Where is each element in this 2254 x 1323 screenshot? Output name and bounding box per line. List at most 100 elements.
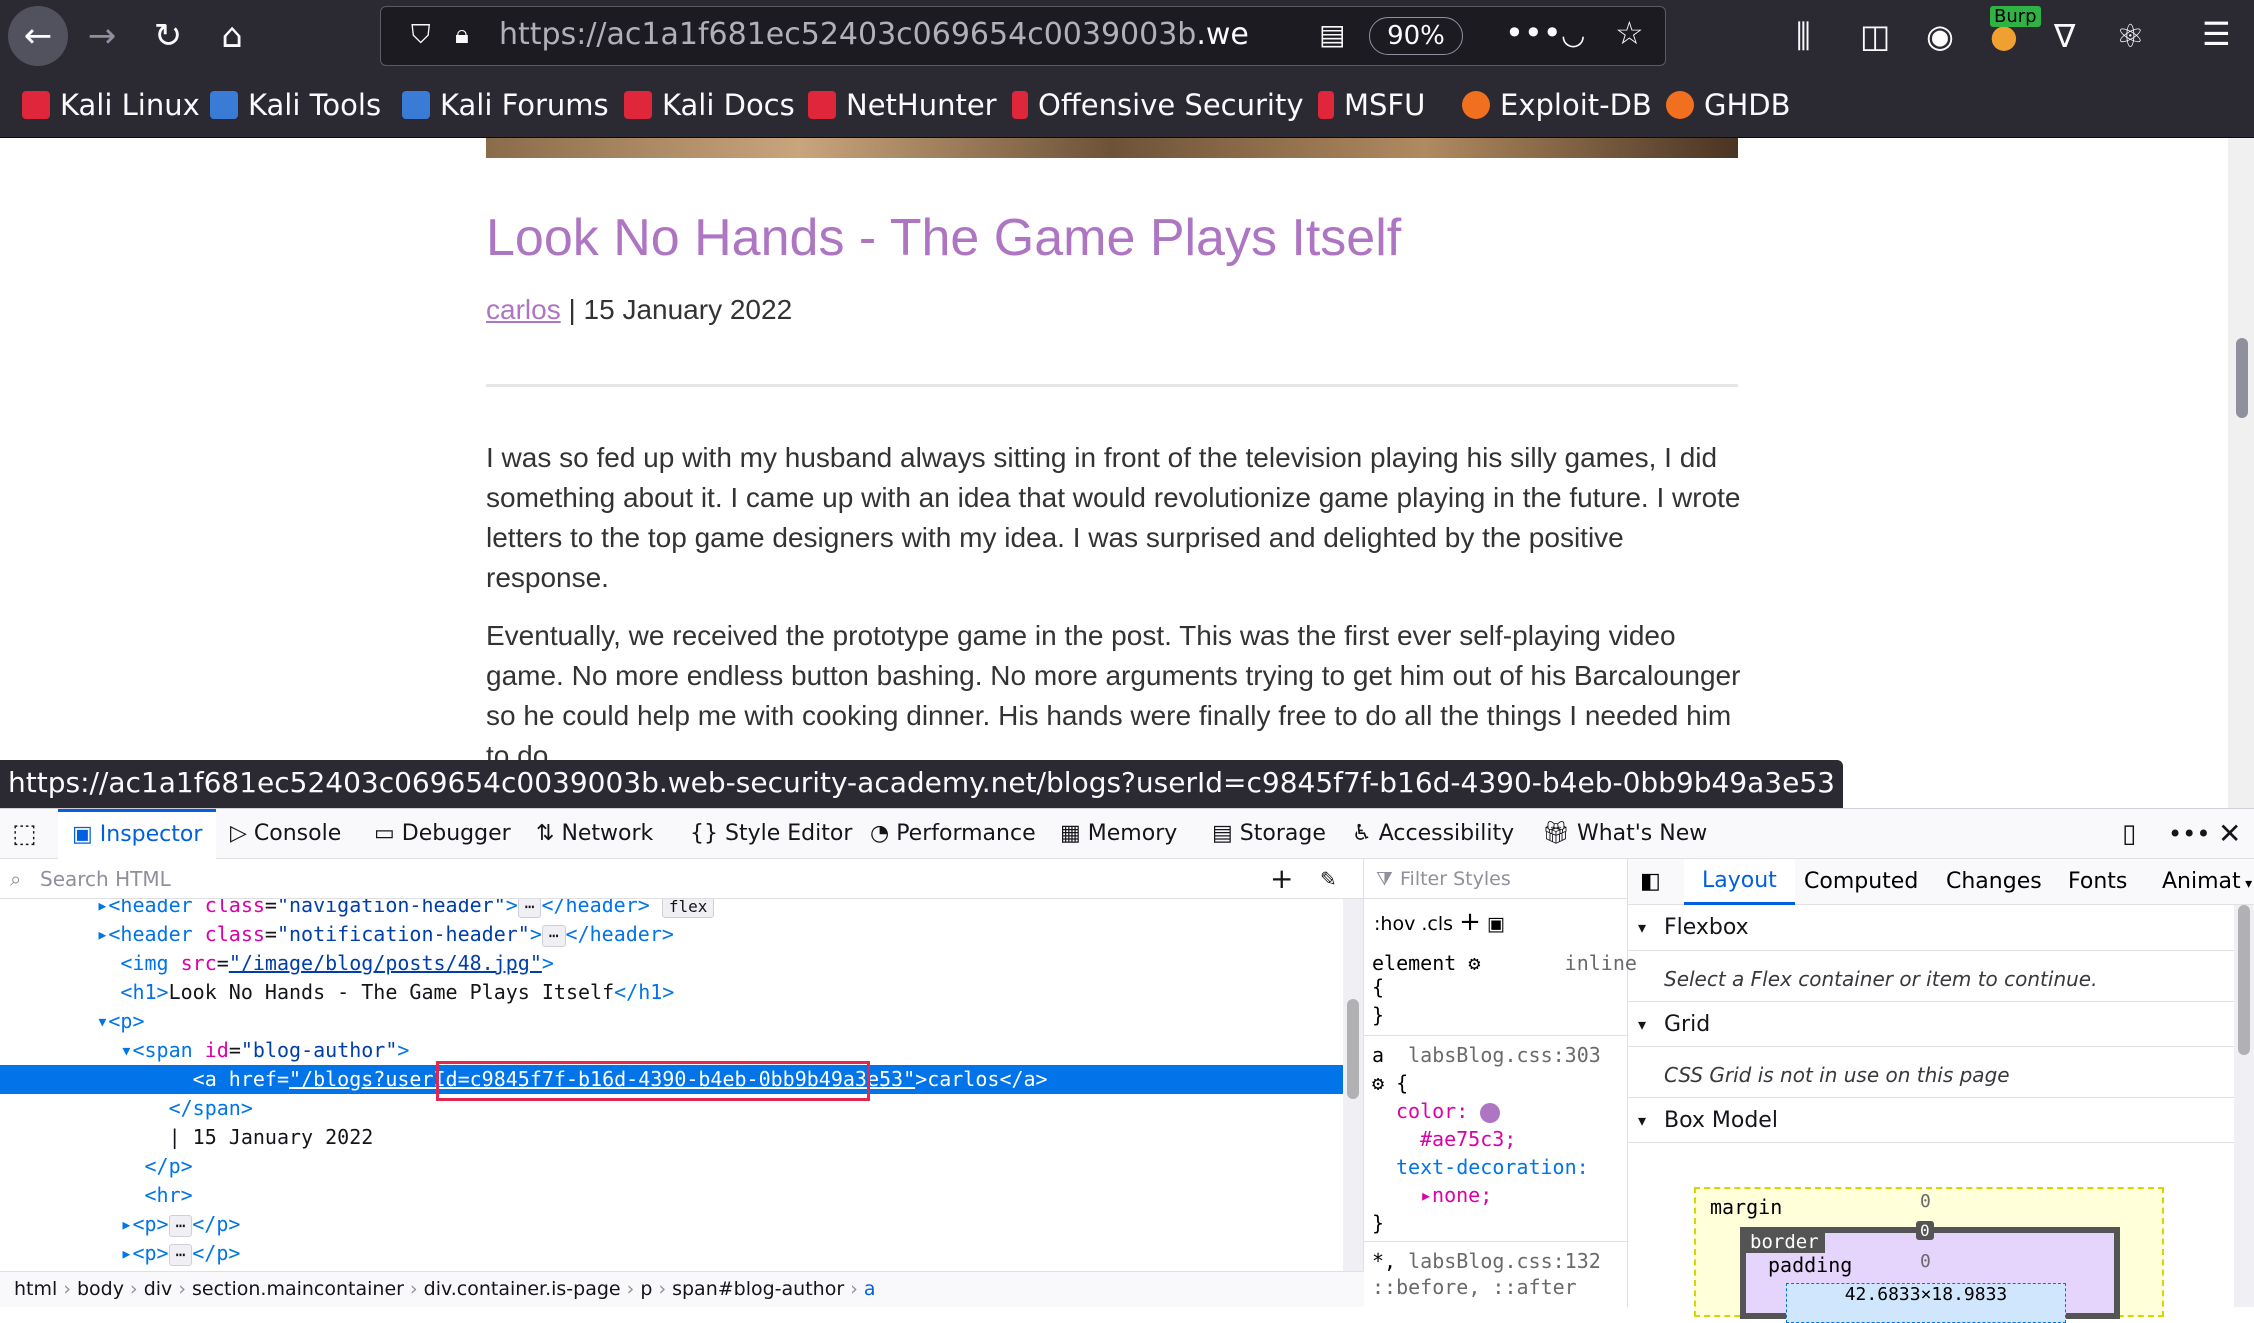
tab-computed[interactable]: Computed bbox=[1804, 859, 1918, 905]
layout-scrollbar[interactable] bbox=[2234, 905, 2254, 1307]
box-model-border[interactable]: border 0 padding 0 42.6833×18.9833 bbox=[1740, 1221, 2120, 1323]
home-button[interactable]: ⌂ bbox=[202, 6, 262, 66]
grid-section-header[interactable]: ▾ Grid bbox=[1628, 1001, 2234, 1047]
box-model-content[interactable]: 42.6833×18.9833 bbox=[1786, 1283, 2066, 1323]
url-text[interactable]: https://ac1a1f681ec52403c069654c0039003b… bbox=[499, 17, 1249, 52]
crumb-a[interactable]: a bbox=[864, 1278, 876, 1300]
close-devtools-icon[interactable]: ✕ bbox=[2218, 809, 2241, 859]
library-icon[interactable]: ⫼ bbox=[1796, 18, 1811, 54]
crumb-section[interactable]: section.maincontainer bbox=[192, 1278, 404, 1300]
crumb-html[interactable]: html bbox=[14, 1278, 57, 1300]
back-button[interactable]: ← bbox=[8, 6, 68, 66]
tab-storage[interactable]: ▤ Storage bbox=[1212, 809, 1326, 859]
expand-icon: ▾ bbox=[1638, 918, 1647, 937]
markup-node-span-close[interactable]: </span> bbox=[0, 1094, 1344, 1123]
scrollbar-thumb[interactable] bbox=[2236, 338, 2248, 418]
bookmark-exploit-db[interactable]: Exploit-DB bbox=[1462, 88, 1652, 122]
tab-changes[interactable]: Changes bbox=[1946, 859, 2042, 905]
hov-toggle[interactable]: :hov bbox=[1374, 913, 1415, 935]
color-value[interactable]: #ae75c3; bbox=[1420, 1125, 1516, 1153]
reload-button[interactable]: ↻ bbox=[138, 6, 198, 66]
tab-debugger[interactable]: ▭ Debugger bbox=[374, 809, 511, 859]
sidebar-icon[interactable]: ◫ bbox=[1860, 18, 1890, 54]
markup-node-h1[interactable]: <h1>Look No Hands - The Game Plays Itsel… bbox=[0, 978, 1344, 1007]
markup-node-nav-header[interactable]: ▸<header class="navigation-header"> ⋯ </he… bbox=[0, 899, 1344, 920]
markup-scrollbar[interactable] bbox=[1343, 899, 1363, 1271]
shield-icon[interactable]: ⛉ bbox=[411, 17, 431, 53]
bookmark-ghdb[interactable]: GHDB bbox=[1666, 88, 1791, 122]
tab-layout[interactable]: Layout bbox=[1684, 859, 1795, 905]
bookmark-msfu[interactable]: MSFU bbox=[1318, 88, 1425, 122]
tab-fonts[interactable]: Fonts bbox=[2068, 859, 2127, 905]
markup-node-p[interactable]: ▾<p> bbox=[0, 1007, 1344, 1036]
vue-devtools-icon[interactable]: ∇ bbox=[2054, 18, 2075, 54]
text-decoration-prop[interactable]: text-decoration: bbox=[1396, 1153, 1589, 1181]
crumb-body[interactable]: body bbox=[77, 1278, 124, 1300]
print-media-icon[interactable]: ▣ bbox=[1487, 913, 1505, 935]
author-link[interactable]: carlos bbox=[486, 294, 561, 325]
bookmark-star-icon[interactable]: ☆ bbox=[1615, 15, 1644, 51]
lock-icon[interactable]: 🔒︎ bbox=[455, 17, 469, 53]
bookmark-kali-tools[interactable]: Kali Tools bbox=[210, 88, 381, 122]
bookmark-kali-docs[interactable]: Kali Docs bbox=[624, 88, 795, 122]
markup-view[interactable]: ▸<header class="navigation-header"> ⋯ </he… bbox=[0, 899, 1344, 1271]
markup-node-notification-header[interactable]: ▸<header class="notification-header"> ⋯ </… bbox=[0, 920, 1344, 949]
forward-button[interactable]: → bbox=[72, 6, 132, 66]
markup-node-p-close[interactable]: </p> bbox=[0, 1152, 1344, 1181]
crumb-container[interactable]: div.container.is-page bbox=[424, 1278, 621, 1300]
markup-node-hr[interactable]: <hr> bbox=[0, 1181, 1344, 1210]
hamburger-menu-icon[interactable]: ☰ bbox=[2202, 16, 2231, 52]
flexbox-section-header[interactable]: ▾ Flexbox bbox=[1628, 905, 2234, 951]
tab-inspector[interactable]: ▣ Inspector bbox=[58, 809, 217, 859]
reload-icon: ↻ bbox=[153, 16, 183, 56]
page-content: Look No Hands - The Game Plays Itself ca… bbox=[0, 138, 2254, 808]
responsive-design-icon[interactable]: ▯ bbox=[2122, 809, 2136, 859]
tab-memory[interactable]: ▦ Memory bbox=[1060, 809, 1177, 859]
bookmark-kali-linux[interactable]: Kali Linux bbox=[22, 88, 200, 122]
tab-animations[interactable]: Animat ▾ bbox=[2162, 859, 2252, 907]
pocket-icon[interactable]: ◡ bbox=[1561, 17, 1585, 53]
markup-node-date-text[interactable]: | 15 January 2022 bbox=[0, 1123, 1344, 1152]
reader-view-icon[interactable]: ▤ bbox=[1319, 17, 1345, 53]
blog-post-image bbox=[486, 138, 1738, 158]
url-bar[interactable]: ⛉ 🔒︎ https://ac1a1f681ec52403c069654c003… bbox=[380, 6, 1666, 66]
box-model-margin[interactable]: margin 0 border 0 padding 0 42.6833×18.9… bbox=[1694, 1187, 2164, 1323]
zoom-indicator[interactable]: 90% bbox=[1369, 17, 1463, 55]
tab-accessibility[interactable]: ♿︎ Accessibility bbox=[1352, 809, 1514, 859]
post-title: Look No Hands - The Game Plays Itself bbox=[486, 209, 1402, 267]
add-node-icon[interactable]: + bbox=[1270, 859, 1293, 899]
crumb-div[interactable]: div bbox=[144, 1278, 173, 1300]
color-swatch[interactable] bbox=[1480, 1102, 1501, 1123]
more-actions-icon[interactable]: ••• bbox=[1505, 15, 1562, 51]
tab-style-editor[interactable]: {} Style Editor bbox=[690, 809, 852, 859]
devtools-menu-icon[interactable]: ••• bbox=[2168, 809, 2210, 859]
crumb-span[interactable]: span#blog-author bbox=[672, 1278, 844, 1300]
add-rule-icon[interactable]: + bbox=[1459, 907, 1481, 937]
react-devtools-icon[interactable]: ⚛ bbox=[2116, 18, 2145, 54]
tab-network[interactable]: ⇅ Network bbox=[536, 809, 653, 859]
text-decoration-value[interactable]: ▸none; bbox=[1420, 1181, 1492, 1209]
account-icon[interactable]: ◉ bbox=[1926, 18, 1954, 54]
markup-node-p-collapsed-2[interactable]: ▸<p> ⋯ </p> bbox=[0, 1239, 1344, 1268]
crumb-p[interactable]: p bbox=[640, 1278, 652, 1300]
color-prop[interactable]: color: bbox=[1396, 1097, 1501, 1125]
toggle-sidebar-icon[interactable]: ◧ bbox=[1640, 869, 1661, 894]
bookmark-offensive-security[interactable]: Offensive Security bbox=[1012, 88, 1304, 122]
element-picker-icon[interactable]: ⬚ bbox=[12, 809, 37, 859]
tab-performance[interactable]: ◔ Performance bbox=[870, 809, 1036, 859]
box-model-section-header[interactable]: ▾ Box Model bbox=[1628, 1097, 2234, 1143]
tab-whats-new[interactable]: 🎁︎ What's New bbox=[1542, 809, 1707, 859]
markup-node-img[interactable]: <img src="/image/blog/posts/48.jpg"> bbox=[0, 949, 1344, 978]
page-scrollbar[interactable] bbox=[2228, 138, 2254, 808]
home-icon: ⌂ bbox=[221, 16, 243, 56]
tab-console[interactable]: ▷ Console bbox=[230, 809, 341, 859]
eyedropper-icon[interactable]: ✎ bbox=[1320, 859, 1337, 899]
element-rule-body[interactable]: { } bbox=[1372, 973, 1384, 1029]
bookmark-kali-forums[interactable]: Kali Forums bbox=[402, 88, 609, 122]
accessibility-icon: ♿︎ bbox=[1352, 821, 1379, 846]
cls-toggle[interactable]: .cls bbox=[1421, 913, 1453, 935]
filter-styles-input[interactable]: ⧩ Filter Styles bbox=[1364, 859, 1628, 899]
bookmark-nethunter[interactable]: NetHunter bbox=[808, 88, 997, 122]
search-html-input[interactable]: ⌕ Search HTML + ✎ bbox=[0, 859, 1364, 899]
markup-node-p-collapsed-1[interactable]: ▸<p> ⋯ </p> bbox=[0, 1210, 1344, 1239]
